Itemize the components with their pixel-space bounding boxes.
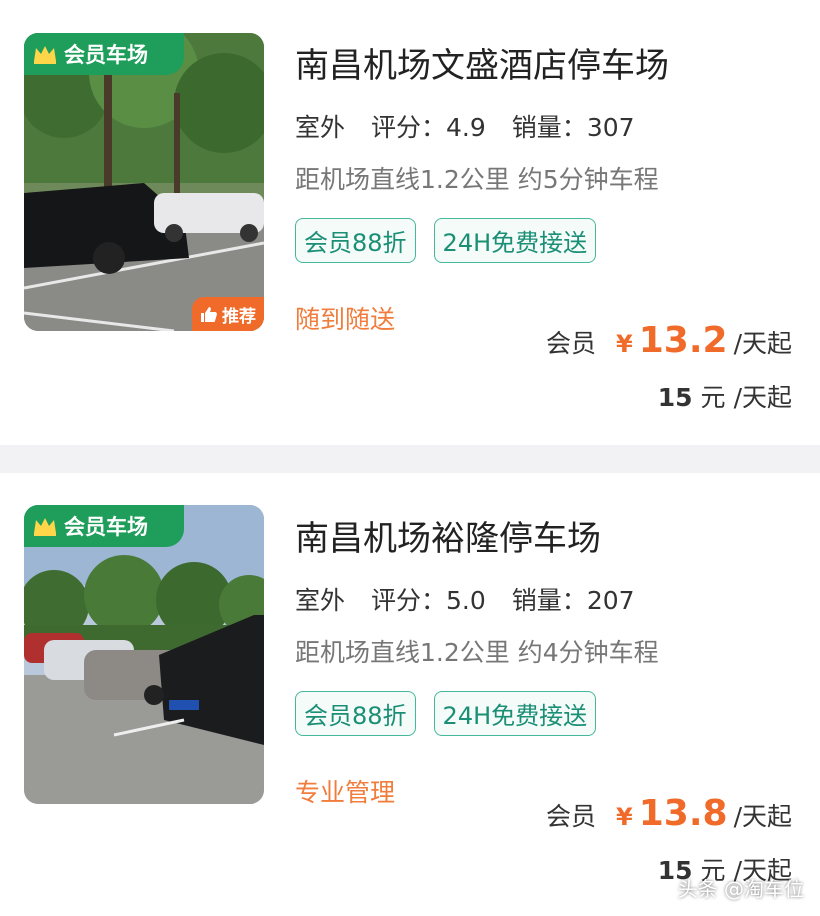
parking-meta: 室外 评分：4.9 销量：307 (292, 108, 635, 148)
member-lot-badge: 会员车场 (24, 505, 184, 547)
rating-value: 4.9 (446, 113, 486, 142)
member-lot-badge-label: 会员车场 (64, 43, 148, 67)
crown-icon (34, 518, 56, 536)
parking-card[interactable]: 会员车场 推荐 南昌机场文盛酒店停车场 室外 评分：4.9 销量：307 距机场… (0, 0, 820, 445)
member-price: 会员 ¥ 13.2 /天起 (546, 320, 792, 361)
base-price: 15 元 /天起 (658, 378, 792, 414)
tag-shuttle: 24H免费接送 (433, 691, 597, 736)
service-slogan: 随到随送 (295, 305, 396, 334)
rating: 评分：5.0 (371, 581, 486, 617)
tag-list: 会员88折 24H免费接送 (295, 218, 597, 263)
sales-value: 207 (586, 586, 635, 615)
tag-list: 会员88折 24H免费接送 (295, 691, 597, 736)
member-price: 会员 ¥ 13.8 /天起 (546, 793, 792, 834)
parking-meta: 室外 评分：5.0 销量：207 (292, 581, 635, 621)
price-unit: /天起 (733, 802, 792, 831)
parking-type: 室外 (292, 581, 348, 621)
crown-icon (34, 46, 56, 64)
sales-value: 307 (586, 113, 635, 142)
sales-label: 销量： (511, 586, 587, 615)
service-slogan: 专业管理 (295, 778, 396, 807)
member-lot-badge: 会员车场 (24, 33, 184, 75)
rating-label: 评分： (371, 586, 447, 615)
sales: 销量：307 (512, 108, 635, 144)
thumbs-up-icon (201, 307, 217, 322)
member-price-value: 13.8 (638, 793, 728, 834)
parking-photo-image (24, 505, 264, 804)
parking-photo[interactable]: 会员车场 (24, 505, 264, 804)
tag-discount: 会员88折 (295, 691, 416, 736)
sales-label: 销量： (511, 113, 587, 142)
distance-info: 距机场直线1.2公里 约5分钟车程 (295, 165, 659, 194)
parking-type: 室外 (292, 108, 348, 148)
watermark: 头条 @淘车位 (677, 877, 804, 901)
sales: 销量：207 (512, 581, 635, 617)
tag-shuttle: 24H免费接送 (433, 218, 597, 263)
base-price-unit: /天起 (733, 383, 792, 412)
price-unit: /天起 (733, 329, 792, 358)
member-price-label: 会员 (546, 802, 597, 831)
base-price-value: 15 (657, 383, 693, 412)
currency-symbol: ¥ (616, 803, 633, 831)
recommend-badge: 推荐 (192, 297, 264, 331)
member-price-value: 13.2 (638, 320, 728, 361)
member-lot-badge-label: 会员车场 (64, 515, 148, 539)
member-price-label: 会员 (546, 329, 597, 358)
currency-symbol: ¥ (616, 330, 633, 358)
recommend-badge-label: 推荐 (222, 306, 256, 327)
base-price-currency: 元 (700, 383, 726, 412)
tag-discount: 会员88折 (295, 218, 416, 263)
parking-card[interactable]: 会员车场 南昌机场裕隆停车场 室外 评分：5.0 销量：207 距机场直线1.2… (0, 473, 820, 916)
parking-title[interactable]: 南昌机场裕隆停车场 (295, 511, 601, 560)
distance-info: 距机场直线1.2公里 约4分钟车程 (295, 638, 659, 667)
parking-title[interactable]: 南昌机场文盛酒店停车场 (295, 38, 669, 87)
rating-value: 5.0 (446, 586, 486, 615)
parking-photo-image (24, 33, 264, 331)
parking-photo[interactable]: 会员车场 推荐 (24, 33, 264, 331)
rating: 评分：4.9 (371, 108, 486, 144)
rating-label: 评分： (371, 113, 447, 142)
